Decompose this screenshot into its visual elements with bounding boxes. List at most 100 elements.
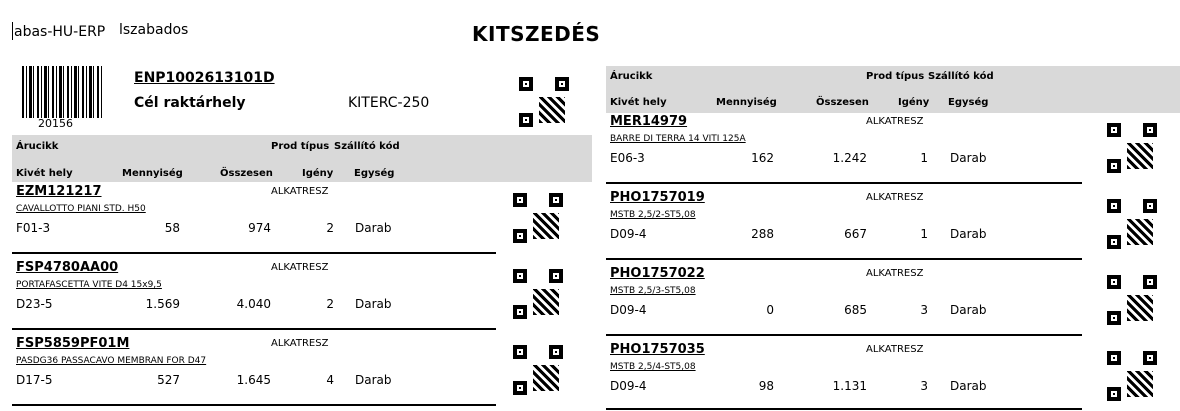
unit: Darab xyxy=(950,303,987,317)
total: 974 xyxy=(248,221,271,235)
col-item: Árucikk xyxy=(16,141,59,152)
quantity: 527 xyxy=(157,373,180,387)
col-location: Kivét hely xyxy=(610,97,667,108)
quantity: 162 xyxy=(751,151,774,165)
col-quantity: Mennyiség xyxy=(716,97,777,108)
user-name: lszabados xyxy=(119,22,189,38)
table-row: MER14979 ALKATRESZ BARRE DI TERRA 14 VIT… xyxy=(594,112,1180,188)
item-desc: CAVALLOTTO PIANI STD. H50 xyxy=(16,204,146,214)
quantity: 288 xyxy=(751,227,774,241)
barcode-number: 20156 xyxy=(38,117,73,130)
table-row: FSP5859PF01M ALKATRESZ PASDG36 PASSACAVO… xyxy=(0,334,600,410)
row-divider xyxy=(12,328,496,330)
col-demand: Igény xyxy=(898,97,930,108)
col-unit: Egység xyxy=(354,168,395,179)
document-qr-code xyxy=(516,74,572,130)
item-qr-code xyxy=(510,266,566,322)
item-desc: PASDG36 PASSACAVO MEMBRAN FOR D47 xyxy=(16,356,207,366)
document-number: ENP1002613101D xyxy=(134,70,275,86)
demand: 4 xyxy=(326,373,334,387)
total: 1.131 xyxy=(832,379,867,393)
item-code: FSP5859PF01M xyxy=(16,336,130,351)
unit: Darab xyxy=(950,227,987,241)
prod-type: ALKATRESZ xyxy=(271,186,329,197)
item-code: PHO1757019 xyxy=(610,190,705,205)
col-prod-type: Prod típus xyxy=(866,71,925,82)
demand: 3 xyxy=(920,303,928,317)
item-qr-code xyxy=(510,190,566,246)
quantity: 0 xyxy=(766,303,774,317)
demand: 2 xyxy=(326,297,334,311)
total: 667 xyxy=(844,227,867,241)
total: 1.242 xyxy=(832,151,867,165)
unit: Darab xyxy=(950,151,987,165)
location: F01-3 xyxy=(16,221,51,235)
location: D09-4 xyxy=(610,379,647,393)
prod-type: ALKATRESZ xyxy=(866,116,924,127)
total: 4.040 xyxy=(236,297,271,311)
item-qr-code xyxy=(1104,196,1160,252)
demand: 1 xyxy=(920,227,928,241)
item-qr-code xyxy=(1104,272,1160,328)
row-divider xyxy=(606,334,1082,336)
item-code: MER14979 xyxy=(610,114,688,129)
item-desc: BARRE DI TERRA 14 VITI 125A xyxy=(610,134,746,144)
table-row: PHO1757022 ALKATRESZ MSTB 2,5/3-ST5,08 D… xyxy=(594,264,1180,340)
col-quantity: Mennyiség xyxy=(122,168,183,179)
col-supplier-code: Szállító kód xyxy=(334,141,400,152)
table-header-right: Árucikk Prod típus Szállító kód Kivét he… xyxy=(606,66,1180,113)
item-code: PHO1757035 xyxy=(610,342,705,357)
prod-type: ALKATRESZ xyxy=(271,262,329,273)
page-title: KITSZEDÉS xyxy=(472,22,601,46)
table-row: PHO1757035 ALKATRESZ MSTB 2,5/4-ST5,08 D… xyxy=(594,340,1180,411)
table-header-left: Árucikk Prod típus Szállító kód Kivét he… xyxy=(12,135,592,182)
item-code: FSP4780AA00 xyxy=(16,260,119,275)
demand: 1 xyxy=(920,151,928,165)
demand: 2 xyxy=(326,221,334,235)
unit: Darab xyxy=(355,221,392,235)
unit: Darab xyxy=(950,379,987,393)
unit: Darab xyxy=(355,373,392,387)
unit: Darab xyxy=(355,297,392,311)
total: 1.645 xyxy=(236,373,271,387)
text-cursor xyxy=(12,22,13,40)
row-divider xyxy=(12,404,496,406)
col-supplier-code: Szállító kód xyxy=(928,71,994,82)
quantity: 58 xyxy=(164,221,180,235)
demand: 3 xyxy=(920,379,928,393)
row-divider xyxy=(12,252,496,254)
app-name: abas-HU-ERP xyxy=(12,22,105,40)
item-qr-code xyxy=(1104,348,1160,404)
col-unit: Egység xyxy=(948,97,989,108)
item-desc: MSTB 2,5/3-ST5,08 xyxy=(610,286,696,296)
col-total: Összesen xyxy=(816,97,869,108)
prod-type: ALKATRESZ xyxy=(866,268,924,279)
table-row: FSP4780AA00 ALKATRESZ PORTAFASCETTA VITE… xyxy=(0,258,600,334)
prod-type: ALKATRESZ xyxy=(866,344,924,355)
item-desc: MSTB 2,5/2-ST5,08 xyxy=(610,210,696,220)
col-total: Összesen xyxy=(220,168,273,179)
total: 685 xyxy=(844,303,867,317)
item-desc: MSTB 2,5/4-ST5,08 xyxy=(610,362,696,372)
app-name-text: abas-HU-ERP xyxy=(14,24,106,40)
col-location: Kivét hely xyxy=(16,168,73,179)
item-qr-code xyxy=(1104,120,1160,176)
quantity: 98 xyxy=(758,379,774,393)
row-divider xyxy=(606,408,1082,410)
col-prod-type: Prod típus xyxy=(271,141,330,152)
location: E06-3 xyxy=(610,151,645,165)
prod-type: ALKATRESZ xyxy=(271,338,329,349)
table-row: EZM121217 ALKATRESZ CAVALLOTTO PIANI STD… xyxy=(0,182,600,258)
item-qr-code xyxy=(510,342,566,398)
target-location-label: Cél raktárhely xyxy=(134,95,246,111)
location: D17-5 xyxy=(16,373,53,387)
row-divider xyxy=(606,182,1082,184)
col-demand: Igény xyxy=(302,168,334,179)
prod-type: ALKATRESZ xyxy=(866,192,924,203)
location: D09-4 xyxy=(610,227,647,241)
location: D23-5 xyxy=(16,297,53,311)
item-code: EZM121217 xyxy=(16,184,102,199)
quantity: 1.569 xyxy=(145,297,180,311)
barcode-image xyxy=(22,66,102,118)
item-code: PHO1757022 xyxy=(610,266,705,281)
